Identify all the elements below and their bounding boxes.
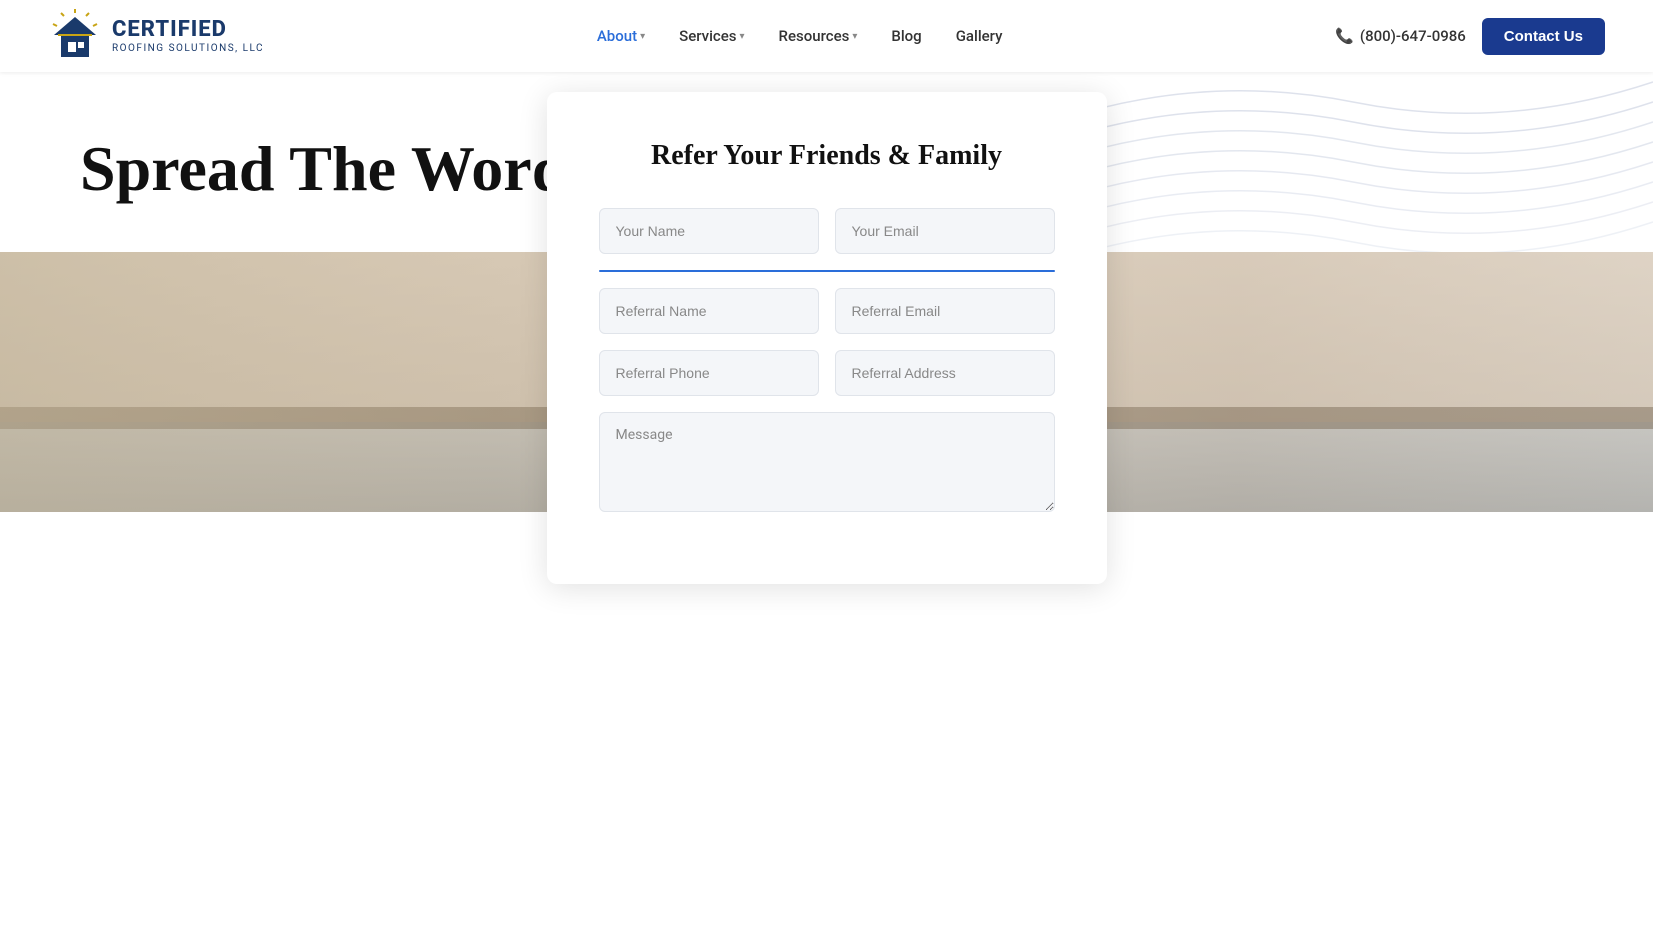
your-email-input[interactable] [835,208,1055,254]
referral-name-field [599,288,819,334]
phone-link[interactable]: 📞 (800)-647-0986 [1335,27,1466,45]
chevron-down-icon: ▾ [640,31,645,42]
logo-icon [48,9,102,63]
referral-name-input[interactable] [599,288,819,334]
form-row-1 [599,208,1055,254]
form-card-wrapper: Refer Your Friends & Family [0,92,1653,624]
form-row-3 [599,350,1055,396]
your-name-field [599,208,819,254]
referral-phone-field [599,350,819,396]
referral-email-input[interactable] [835,288,1055,334]
chevron-down-icon: ▾ [852,31,857,42]
phone-number: (800)-647-0986 [1360,27,1466,45]
referral-phone-input[interactable] [599,350,819,396]
referral-address-input[interactable] [835,350,1055,396]
main-nav: About ▾ Services ▾ Resources ▾ Blog Gall… [583,19,1017,53]
referral-form-card: Refer Your Friends & Family [547,92,1107,584]
referral-address-field [835,350,1055,396]
logo-subtitle: ROOFING SOLUTIONS, LLC [112,43,264,54]
logo[interactable]: CERTIFIED ROOFING SOLUTIONS, LLC [48,9,264,63]
chevron-down-icon: ▾ [740,31,745,42]
logo-name: CERTIFIED [112,18,264,42]
form-row-2 [599,288,1055,334]
phone-icon: 📞 [1335,27,1354,45]
message-field [599,412,1055,516]
message-textarea[interactable] [599,412,1055,512]
header-right: 📞 (800)-647-0986 Contact Us [1335,18,1605,55]
form-divider [599,270,1055,272]
site-header: CERTIFIED ROOFING SOLUTIONS, LLC About ▾… [0,0,1653,72]
your-name-input[interactable] [599,208,819,254]
nav-item-blog[interactable]: Blog [877,19,935,53]
your-email-field [835,208,1055,254]
nav-item-services[interactable]: Services ▾ [665,19,758,53]
nav-item-about[interactable]: About ▾ [583,19,659,53]
referral-email-field [835,288,1055,334]
nav-item-gallery[interactable]: Gallery [942,19,1017,53]
nav-item-resources[interactable]: Resources ▾ [765,19,872,53]
contact-us-button[interactable]: Contact Us [1482,18,1605,55]
form-title: Refer Your Friends & Family [599,140,1055,172]
